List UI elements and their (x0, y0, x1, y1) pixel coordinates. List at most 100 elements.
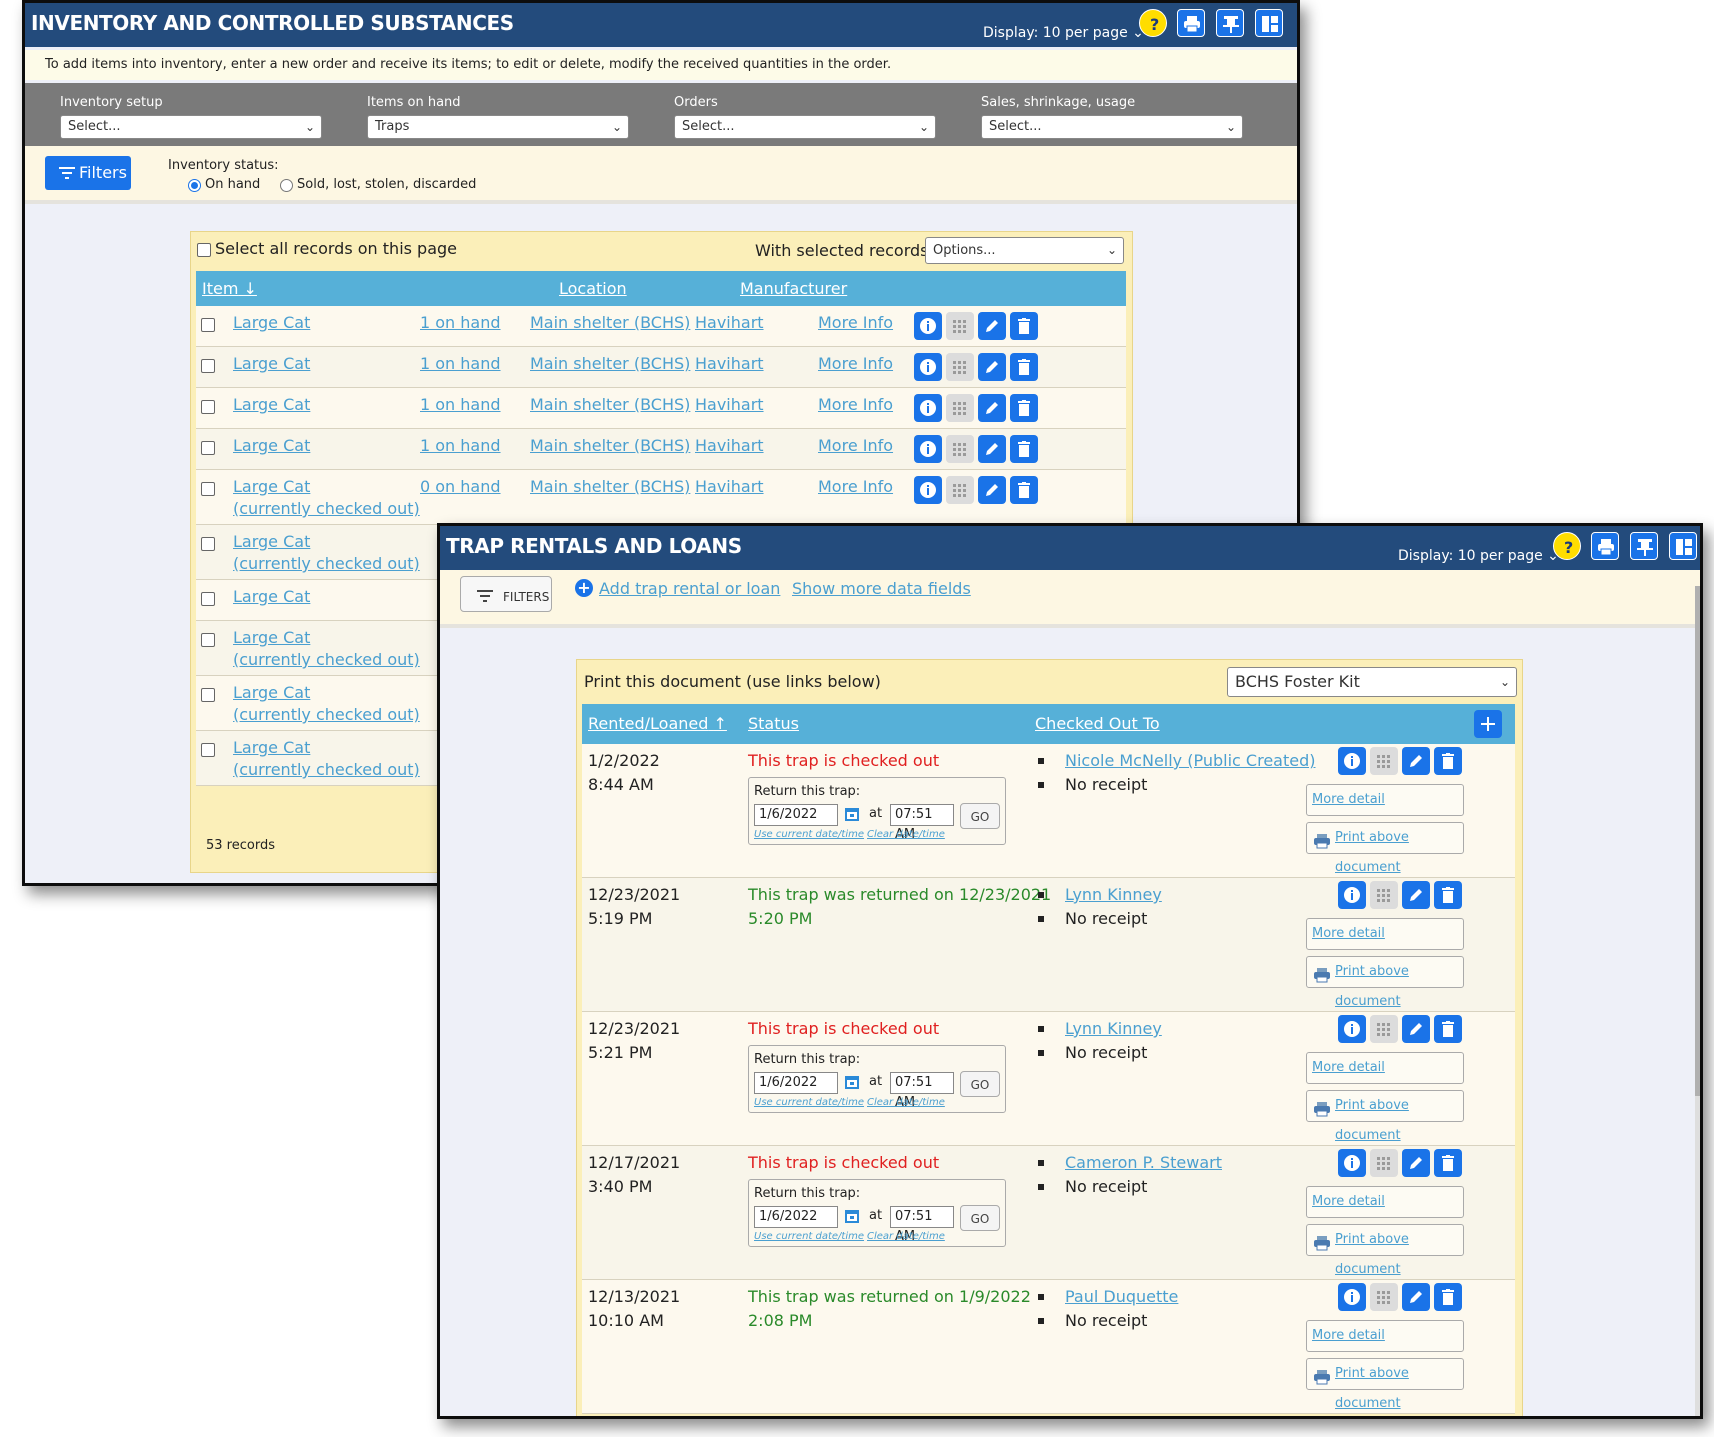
column-manufacturer[interactable]: Manufacturer (740, 279, 847, 298)
pin-icon[interactable] (1216, 9, 1244, 37)
person-link[interactable]: Paul Duquette (1065, 1286, 1178, 1308)
print-above-button[interactable]: Print above document (1306, 1090, 1464, 1143)
more-detail-button[interactable]: More detail (1306, 918, 1464, 950)
help-icon[interactable]: ? (1139, 9, 1167, 37)
use-current-link[interactable]: Use current date/time (754, 829, 864, 840)
quantity-link[interactable]: 1 on hand (420, 312, 501, 334)
edit-icon[interactable] (1402, 1283, 1430, 1311)
item-status-link[interactable]: (currently checked out) (233, 704, 420, 726)
grid-icon[interactable] (946, 353, 974, 381)
info-icon[interactable] (1338, 881, 1366, 909)
row-checkbox[interactable] (201, 633, 215, 647)
print-above-button[interactable]: Print above document (1306, 956, 1464, 1009)
clear-link[interactable]: Clear date/time (867, 1097, 945, 1108)
edit-icon[interactable] (978, 435, 1006, 463)
edit-icon[interactable] (1402, 1015, 1430, 1043)
more-info-link[interactable]: More Info (818, 435, 893, 457)
item-link[interactable]: Large Cat (233, 353, 310, 375)
item-link[interactable]: Large Cat (233, 531, 310, 553)
row-checkbox[interactable] (201, 441, 215, 455)
filters-button[interactable]: Filters (45, 156, 131, 190)
row-checkbox[interactable] (201, 743, 215, 757)
return-time-input[interactable]: 07:51 AM (890, 1072, 954, 1110)
person-link[interactable]: Lynn Kinney (1065, 1018, 1162, 1040)
return-date-input[interactable]: 1/6/2022 (754, 1072, 838, 1094)
more-info-link[interactable]: More Info (818, 476, 893, 498)
row-checkbox[interactable] (201, 592, 215, 606)
manufacturer-link[interactable]: Havihart (695, 476, 764, 498)
grid-icon[interactable] (1370, 747, 1398, 775)
more-info-link[interactable]: More Info (818, 312, 893, 334)
info-icon[interactable] (914, 435, 942, 463)
delete-icon[interactable] (1434, 747, 1462, 775)
grid-icon[interactable] (1370, 881, 1398, 909)
delete-icon[interactable] (1434, 1283, 1462, 1311)
item-link[interactable]: Large Cat (233, 476, 310, 498)
options-select[interactable]: Options... ⌄ (925, 237, 1124, 264)
clear-link[interactable]: Clear date/time (867, 829, 945, 840)
inventory-setup-select[interactable]: Select... ⌄ (60, 115, 322, 139)
item-status-link[interactable]: (currently checked out) (233, 553, 420, 575)
use-current-link[interactable]: Use current date/time (754, 1231, 864, 1242)
go-button[interactable]: GO (960, 1071, 1000, 1097)
items-on-hand-select[interactable]: Traps ⌄ (367, 115, 629, 139)
print-above-button[interactable]: Print above document (1306, 1224, 1464, 1277)
calendar-icon[interactable] (844, 1074, 860, 1094)
item-status-link[interactable]: (currently checked out) (233, 649, 420, 671)
edit-icon[interactable] (978, 312, 1006, 340)
help-icon[interactable]: ? (1553, 532, 1581, 560)
manufacturer-link[interactable]: Havihart (695, 394, 764, 416)
info-icon[interactable] (914, 394, 942, 422)
return-date-input[interactable]: 1/6/2022 (754, 804, 838, 826)
select-all-checkbox[interactable] (197, 243, 211, 257)
item-link[interactable]: Large Cat (233, 394, 310, 416)
print-document-select[interactable]: BCHS Foster Kit ⌄ (1227, 667, 1517, 697)
info-icon[interactable] (914, 353, 942, 381)
more-detail-button[interactable]: More detail (1306, 1052, 1464, 1084)
row-checkbox[interactable] (201, 537, 215, 551)
row-checkbox[interactable] (201, 688, 215, 702)
return-time-input[interactable]: 07:51 AM (890, 804, 954, 842)
location-link[interactable]: Main shelter (BCHS) (530, 476, 690, 498)
row-checkbox[interactable] (201, 482, 215, 496)
use-current-link[interactable]: Use current date/time (754, 1097, 864, 1108)
pin-icon[interactable] (1630, 532, 1658, 560)
sales-select[interactable]: Select... ⌄ (981, 115, 1243, 139)
go-button[interactable]: GO (960, 803, 1000, 829)
item-link[interactable]: Large Cat (233, 682, 310, 704)
item-status-link[interactable]: (currently checked out) (233, 759, 420, 781)
grid-icon[interactable] (1370, 1283, 1398, 1311)
column-rented[interactable]: Rented/Loaned ↑ (588, 714, 727, 733)
more-info-link[interactable]: More Info (818, 353, 893, 375)
layout-icon[interactable] (1669, 532, 1697, 560)
edit-icon[interactable] (978, 476, 1006, 504)
info-icon[interactable] (1338, 747, 1366, 775)
delete-icon[interactable] (1434, 1149, 1462, 1177)
person-link[interactable]: Nicole McNelly (Public Created) (1065, 750, 1315, 772)
display-per-page-dropdown[interactable]: Display: 10 per page ⌄ (1398, 548, 1559, 564)
layout-icon[interactable] (1255, 9, 1283, 37)
more-detail-button[interactable]: More detail (1306, 1186, 1464, 1218)
grid-icon[interactable] (946, 435, 974, 463)
more-detail-button[interactable]: More detail (1306, 784, 1464, 816)
location-link[interactable]: Main shelter (BCHS) (530, 312, 690, 334)
location-link[interactable]: Main shelter (BCHS) (530, 353, 690, 375)
quantity-link[interactable]: 0 on hand (420, 476, 501, 498)
more-detail-button[interactable]: More detail (1306, 1320, 1464, 1352)
print-icon[interactable] (1177, 9, 1205, 37)
print-above-button[interactable]: Print above document (1306, 1358, 1464, 1411)
more-info-link[interactable]: More Info (818, 394, 893, 416)
edit-icon[interactable] (978, 353, 1006, 381)
manufacturer-link[interactable]: Havihart (695, 435, 764, 457)
manufacturer-link[interactable]: Havihart (695, 353, 764, 375)
delete-icon[interactable] (1010, 476, 1038, 504)
edit-icon[interactable] (1402, 881, 1430, 909)
row-checkbox[interactable] (201, 318, 215, 332)
info-icon[interactable] (1338, 1283, 1366, 1311)
clear-link[interactable]: Clear date/time (867, 1231, 945, 1242)
row-checkbox[interactable] (201, 359, 215, 373)
grid-icon[interactable] (1370, 1149, 1398, 1177)
quantity-link[interactable]: 1 on hand (420, 435, 501, 457)
grid-icon[interactable] (1370, 1015, 1398, 1043)
quantity-link[interactable]: 1 on hand (420, 353, 501, 375)
